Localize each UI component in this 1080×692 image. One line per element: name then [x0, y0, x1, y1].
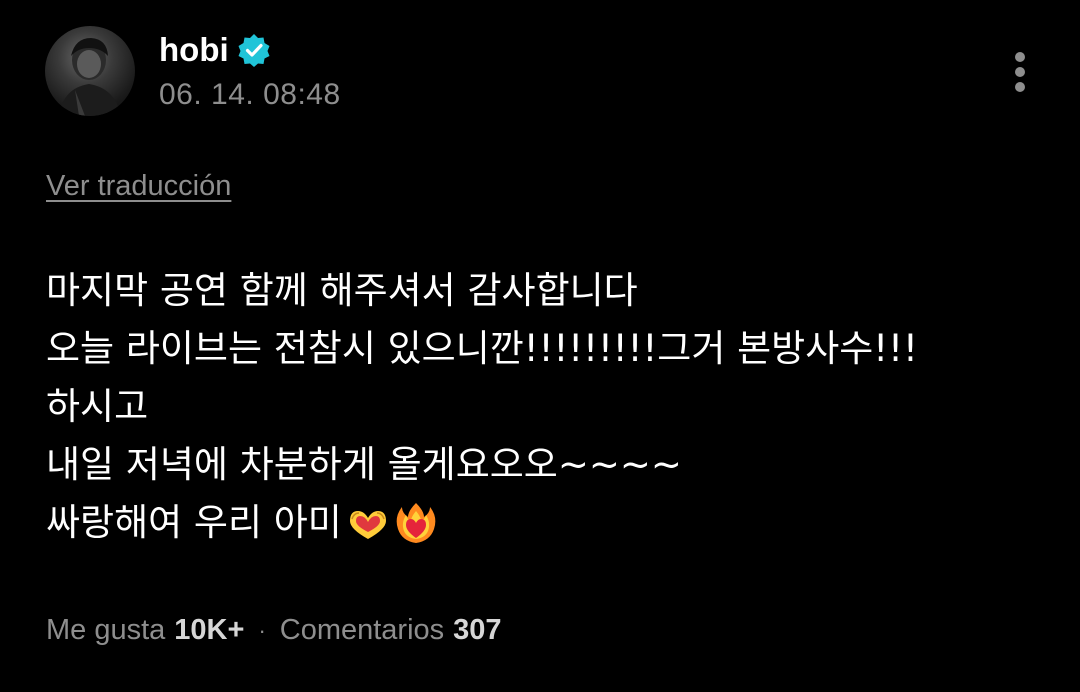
post-line-text: 하시고 [46, 385, 149, 428]
post-header: hobi 06. 14. 08:48 [45, 26, 1035, 116]
post-body: 마지막 공연 함께 해주셔서 감사합니다 오늘 라이브는 전참시 있으니깐!!!… [46, 262, 1036, 552]
verified-badge-icon [238, 34, 270, 67]
post-line: 싸랑해여 우리 아미 [46, 494, 1036, 552]
post-timestamp: 06. 14. 08:48 [159, 78, 341, 111]
likes-label[interactable]: Me gusta [46, 614, 165, 647]
post-line-text: 오늘 라이브는 전참시 있으니깐!!!!!!!!!그거 본방사수!!! [46, 327, 918, 370]
post-line-text: 내일 저녁에 차분하게 올게요오오~~~~ [46, 443, 682, 486]
post-line-text: 싸랑해여 우리 아미 [46, 501, 342, 544]
more-vertical-icon [1015, 52, 1025, 62]
avatar[interactable] [45, 26, 135, 116]
likes-count[interactable]: 10K+ [174, 614, 244, 647]
author-row: hobi [159, 30, 271, 70]
more-options-button[interactable] [1005, 48, 1035, 96]
post-line: 내일 저녁에 차분하게 올게요오오~~~~ [46, 436, 1036, 494]
heart-on-fire-emoji [396, 503, 436, 543]
post-line: 마지막 공연 함께 해주셔서 감사합니다 [46, 262, 1036, 320]
comments-count[interactable]: 307 [453, 614, 501, 647]
more-vertical-icon [1015, 67, 1025, 77]
author-name[interactable]: hobi [159, 31, 229, 69]
post-line-text: 마지막 공연 함께 해주셔서 감사합니다 [46, 269, 638, 312]
post-line: 하시고 [46, 378, 1036, 436]
avatar-photo [59, 38, 121, 116]
translate-link[interactable]: Ver traducción [46, 170, 231, 203]
post-line: 오늘 라이브는 전참시 있으니깐!!!!!!!!!그거 본방사수!!! [46, 320, 1036, 378]
heart-hands-emoji [349, 511, 386, 539]
separator: · [258, 617, 266, 643]
comments-label[interactable]: Comentarios [280, 614, 444, 647]
more-vertical-icon [1015, 82, 1025, 92]
post-stats: Me gusta 10K+ · Comentarios 307 [46, 614, 502, 647]
